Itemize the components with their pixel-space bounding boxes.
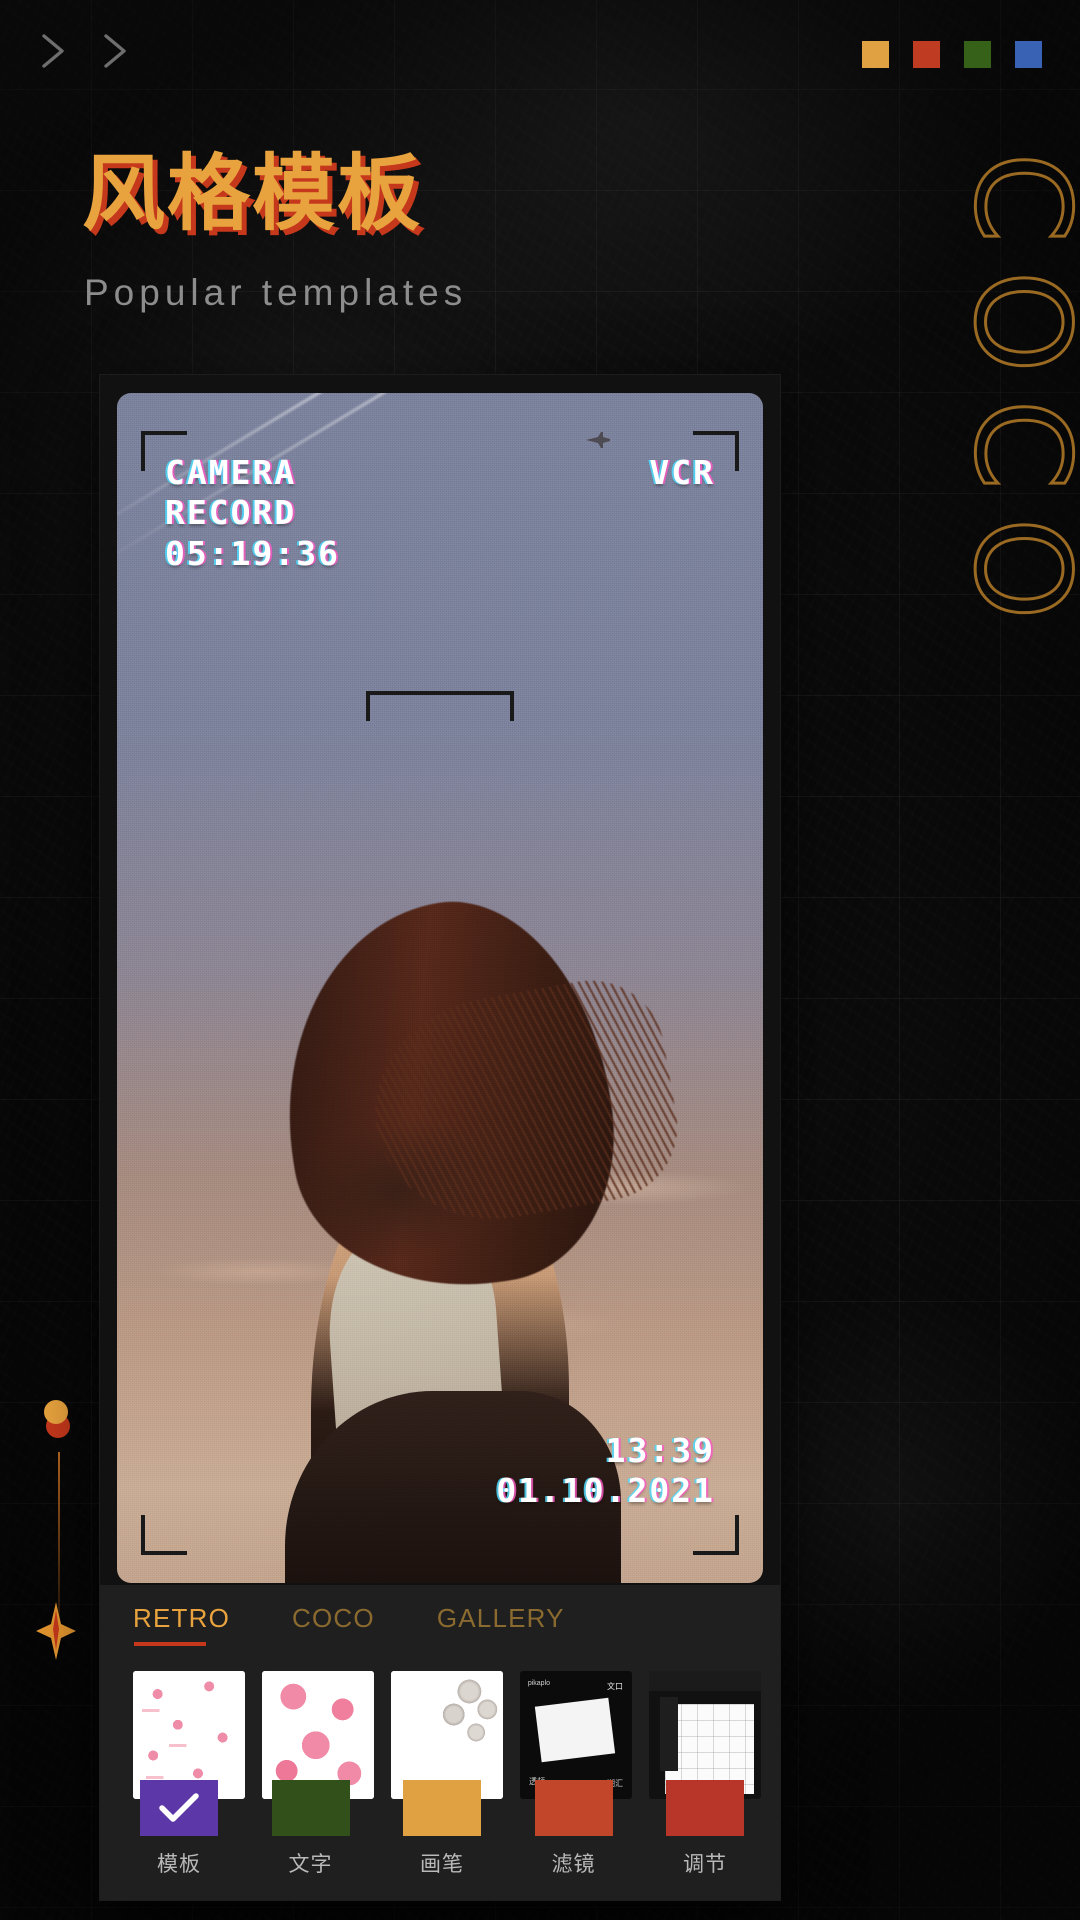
category-tabs: RETRO COCO GALLERY [133, 1603, 565, 1646]
palette-swatch-red[interactable] [913, 41, 940, 68]
vcr-stamp-date: 01.10.2021 [496, 1470, 715, 1510]
header [0, 0, 1080, 110]
corner-bracket-center-top [366, 691, 514, 721]
vcr-overlay-left: CAMERA RECORD 05:19:36 [165, 453, 340, 574]
tool-swatch[interactable] [534, 1780, 613, 1836]
decor-letter: C [944, 398, 1080, 492]
tool-swatch[interactable] [140, 1780, 218, 1836]
decor-letter: O [944, 269, 1080, 374]
app-screen: 风格模板 Popular templates C O C O [0, 0, 1080, 1920]
tool-row: 模板 文字 画笔 滤镜 调节 [130, 1780, 754, 1878]
corner-bracket-bottom-left [141, 1515, 187, 1555]
tab-coco[interactable]: COCO [292, 1603, 375, 1646]
phone-status-bar [649, 1671, 761, 1692]
vcr-record-label: RECORD [165, 493, 297, 533]
tab-retro[interactable]: RETRO [133, 1603, 230, 1646]
thumb-tag: pikaplo [527, 1679, 551, 1687]
tool-text[interactable]: 文字 [262, 1780, 360, 1878]
palette-swatch-green[interactable] [964, 41, 991, 68]
page-subtitle: Popular templates [84, 272, 468, 313]
check-icon [140, 1780, 218, 1836]
tool-label: 画笔 [420, 1852, 464, 1876]
thumb-tag: 文口 [607, 1682, 624, 1692]
polaroid-card [534, 1697, 615, 1763]
chevron-right-icon[interactable] [36, 30, 70, 72]
tool-swatch[interactable] [403, 1780, 481, 1836]
tool-label: 滤镜 [551, 1852, 596, 1876]
decor-dot-amber [44, 1400, 68, 1424]
tool-adjust[interactable]: 调节 [656, 1780, 754, 1878]
tool-brush[interactable]: 画笔 [393, 1780, 491, 1878]
vcr-camera-label: CAMERA [165, 453, 297, 492]
chevron-right-icon[interactable] [98, 30, 132, 72]
nav-chevrons [36, 30, 132, 72]
decor-letter: C [944, 151, 1080, 245]
tool-swatch[interactable] [271, 1780, 350, 1836]
decor-letter: O [944, 516, 1080, 621]
tool-label: 调节 [683, 1852, 727, 1876]
tool-label: 文字 [288, 1852, 333, 1876]
sparkle-icon [34, 1600, 78, 1662]
tool-template[interactable]: 模板 [130, 1780, 228, 1878]
photo-preview[interactable]: CAMERA RECORD 05:19:36 VCR 13:39 01.10.2021 [117, 393, 763, 1583]
tab-gallery[interactable]: GALLERY [437, 1603, 565, 1646]
decor-coco-letters: C O C O [944, 138, 1080, 628]
template-preview-card: CAMERA RECORD 05:19:36 VCR 13:39 01.10.2021… [100, 375, 780, 1900]
palette-swatch-amber[interactable] [862, 41, 889, 68]
editor-panel: RETRO COCO GALLERY pikaplo 文口 潮汇 模板 文字 画… [100, 1585, 780, 1900]
corner-bracket-bottom-right [693, 1515, 739, 1555]
phone-notch [660, 1696, 679, 1771]
tool-filter[interactable]: 滤镜 [525, 1780, 623, 1878]
vcr-stamp: 13:39 01.10.2021 [496, 1431, 715, 1512]
tool-swatch[interactable] [666, 1780, 744, 1836]
palette-swatch-blue[interactable] [1015, 41, 1042, 68]
vcr-stamp-time: 13:39 [605, 1430, 715, 1470]
vcr-timecode: 05:19:36 [165, 533, 340, 573]
vcr-mode-label: VCR [649, 453, 715, 492]
page-title: 风格模板 [82, 145, 422, 242]
tool-label: 模板 [157, 1852, 201, 1876]
palette-swatch-row [862, 41, 1042, 68]
